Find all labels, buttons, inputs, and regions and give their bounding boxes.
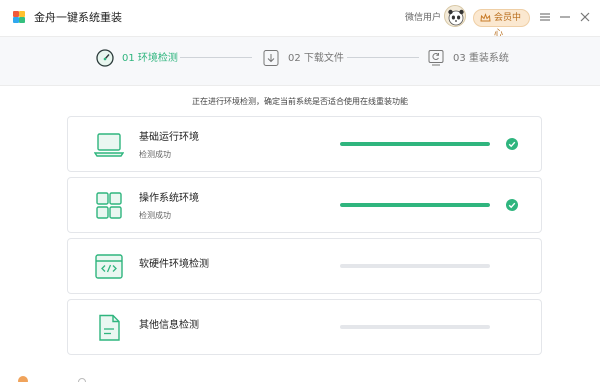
- progress-fill: [340, 142, 490, 146]
- minimize-icon[interactable]: [558, 10, 572, 24]
- check-success-icon: [506, 138, 518, 150]
- check-status: 检测成功: [139, 211, 171, 220]
- download-icon: [263, 50, 279, 66]
- status-dot-icon: [18, 376, 28, 382]
- laptop-icon: [94, 133, 124, 157]
- step-connector: [347, 57, 419, 58]
- avatar[interactable]: [444, 5, 466, 27]
- panda-avatar-icon: [448, 9, 464, 26]
- document-icon: [99, 314, 120, 341]
- title-bar: 金舟一键系统重装 微信用户 会员中心: [0, 0, 600, 39]
- check-status: 检测成功: [139, 150, 171, 159]
- check-card-other-info: 其他信息检测: [67, 299, 542, 355]
- progress-bar: [340, 142, 490, 146]
- app-logo-icon: [12, 10, 26, 24]
- progress-fill: [340, 203, 490, 207]
- reinstall-icon: [428, 50, 444, 66]
- close-icon[interactable]: [578, 10, 592, 24]
- check-success-icon: [506, 199, 518, 211]
- code-window-icon: [95, 254, 123, 279]
- check-description: 正在进行环境检测，确定当前系统是否适合使用在线重装功能: [192, 97, 408, 106]
- check-title: 基础运行环境: [139, 132, 199, 143]
- progress-bar: [340, 264, 490, 268]
- app-title: 金舟一键系统重装: [34, 11, 122, 24]
- step-label: 01 环境检测: [122, 53, 178, 64]
- info-dot-icon: [78, 378, 86, 382]
- check-card-basic-environment: 基础运行环境 检测成功: [67, 116, 542, 172]
- step-connector: [180, 57, 252, 58]
- step-label: 03 重装系统: [453, 53, 509, 64]
- check-title: 操作系统环境: [139, 193, 199, 204]
- user-name[interactable]: 微信用户: [405, 11, 441, 25]
- step-indicator: 01 环境检测 02 下载文件 03 重装系统: [0, 36, 600, 86]
- check-title: 软硬件环境检测: [139, 259, 209, 270]
- gauge-icon: [96, 49, 114, 67]
- menu-icon[interactable]: [538, 10, 552, 24]
- check-card-os-environment: 操作系统环境 检测成功: [67, 177, 542, 233]
- check-title: 其他信息检测: [139, 320, 199, 331]
- bottom-bar: [0, 370, 600, 382]
- check-card-hardware-software: 软硬件环境检测: [67, 238, 542, 294]
- vip-center-button[interactable]: 会员中心: [473, 9, 530, 39]
- progress-bar: [340, 325, 490, 329]
- crown-icon: [480, 13, 491, 22]
- progress-bar: [340, 203, 490, 207]
- step-label: 02 下载文件: [288, 53, 344, 64]
- windows-grid-icon: [96, 192, 122, 219]
